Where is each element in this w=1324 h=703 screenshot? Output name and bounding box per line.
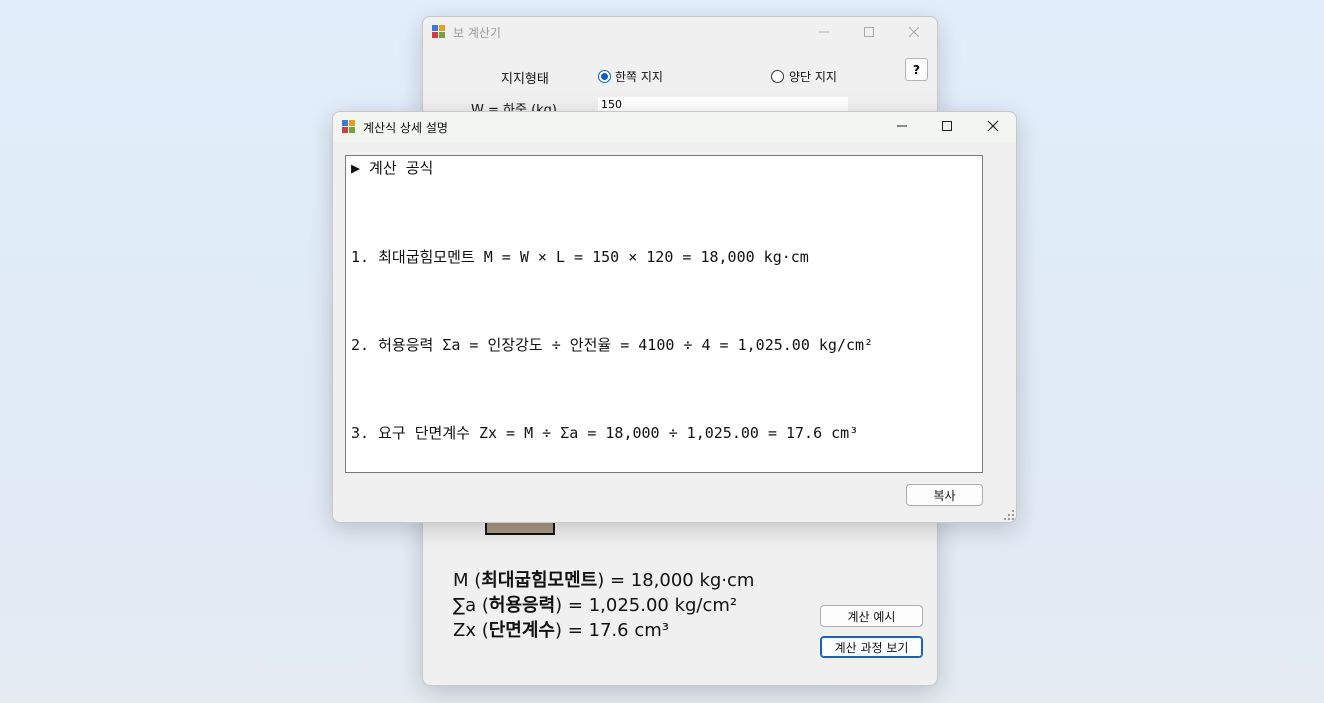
formula-line-modulus: 3. 요구 단면계수 Zx = M ÷ Σa = 18,000 ÷ 1,025.… (351, 424, 859, 442)
maximize-icon[interactable] (858, 21, 880, 43)
result-allowable-stress: ∑a (허용응력) = 1,025.00 kg/cm² (453, 595, 738, 616)
show-process-button[interactable]: 계산 과정 보기 (820, 636, 923, 658)
radio-single-support[interactable] (598, 70, 611, 83)
resize-grip-icon[interactable] (1004, 510, 1014, 520)
maximize-icon[interactable] (936, 115, 958, 137)
result-section-modulus: Zx (단면계수) = 17.6 cm³ (453, 620, 669, 641)
support-type-label: 지지형태 (501, 72, 549, 87)
copy-button[interactable]: 복사 (906, 484, 983, 506)
dialog-title: 계산식 상세 설명 (363, 121, 448, 135)
minimize-icon[interactable] (891, 115, 913, 137)
app-icon (432, 25, 445, 38)
example-button[interactable]: 계산 예시 (820, 605, 923, 627)
minimize-icon[interactable] (813, 21, 835, 43)
formula-textbox[interactable]: ▶ 계산 공식 1. 최대굽힘모멘트 M = W × L = 150 × 120… (345, 155, 983, 473)
formula-line-stress: 2. 허용응력 Σa = 인장강도 ÷ 안전율 = 4100 ÷ 4 = 1,0… (351, 336, 874, 354)
close-icon[interactable] (982, 115, 1004, 137)
main-titlebar[interactable]: 보 계산기 (423, 17, 937, 47)
formula-line-moment: 1. 최대굽힘모멘트 M = W × L = 150 × 120 = 18,00… (351, 248, 809, 266)
formula-detail-dialog: 계산식 상세 설명 ▶ 계산 공식 1. 최대굽힘모멘트 M = W × L =… (332, 111, 1017, 523)
formula-heading: ▶ 계산 공식 (351, 159, 434, 177)
close-icon[interactable] (903, 21, 925, 43)
radio-double-label[interactable]: 양단 지지 (789, 68, 837, 85)
dialog-titlebar[interactable]: 계산식 상세 설명 (333, 112, 1016, 142)
radio-double-support[interactable] (771, 70, 784, 83)
app-icon (342, 120, 355, 133)
help-button[interactable]: ? (905, 58, 928, 81)
main-window-title: 보 계산기 (453, 26, 501, 40)
radio-single-label[interactable]: 한쪽 지지 (615, 68, 663, 85)
result-moment: M (최대굽힘모멘트) = 18,000 kg·cm (453, 570, 755, 591)
